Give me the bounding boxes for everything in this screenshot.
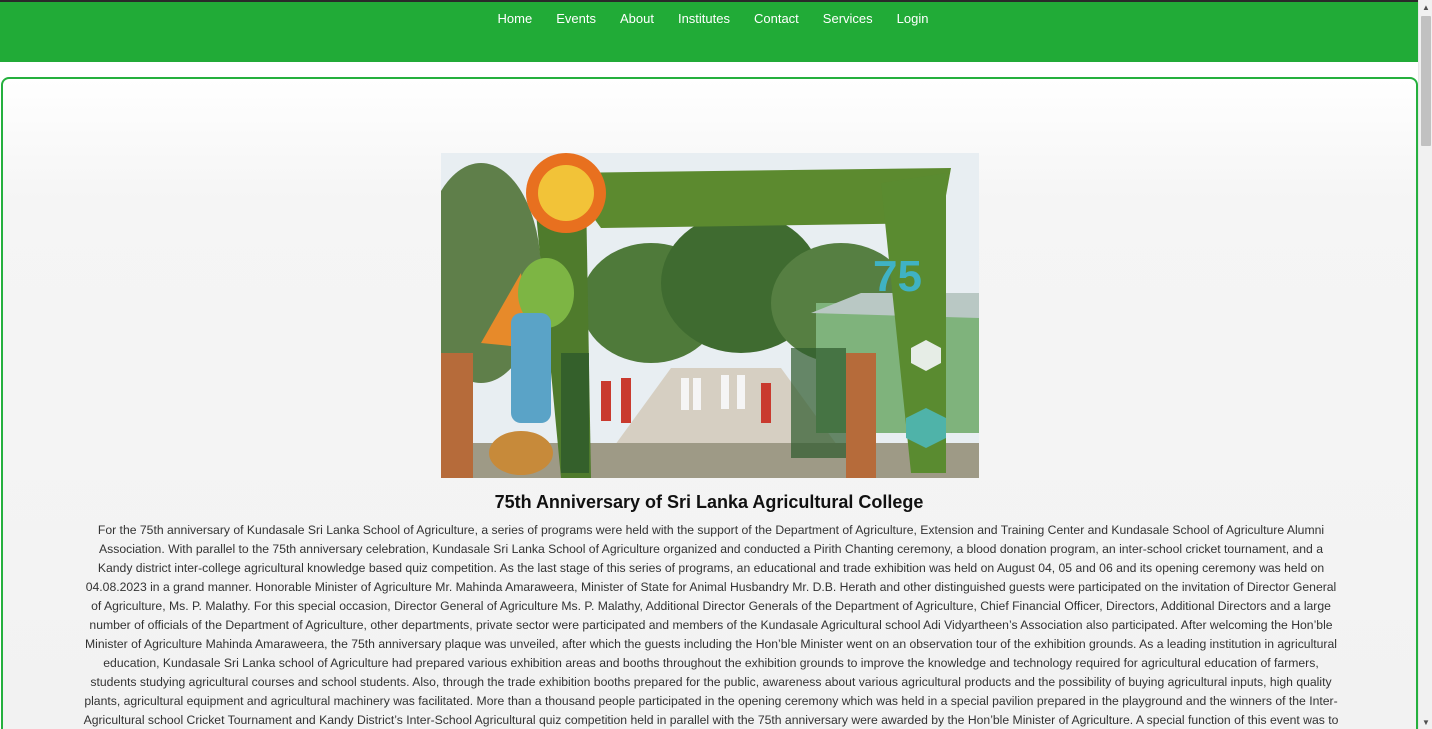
nav-services[interactable]: Services [811, 11, 885, 27]
vertical-scrollbar[interactable]: ▲ ▼ [1418, 0, 1432, 729]
article-body: For the 75th anniversary of Kundasale Sr… [83, 523, 1339, 727]
page: Home Events About Institutes Contact Ser… [0, 0, 1418, 729]
nav-about[interactable]: About [608, 11, 666, 27]
triangle-down-icon[interactable]: ▼ [1419, 715, 1432, 729]
nav-home[interactable]: Home [486, 11, 545, 27]
nav-login[interactable]: Login [885, 11, 941, 27]
nav-institutes[interactable]: Institutes [666, 11, 742, 27]
main-nav: Home Events About Institutes Contact Ser… [0, 2, 1418, 27]
scroll-thumb[interactable] [1421, 16, 1431, 146]
event-photo: 75 [441, 153, 979, 478]
triangle-up-icon[interactable]: ▲ [1419, 0, 1432, 14]
navbar: Home Events About Institutes Contact Ser… [0, 2, 1418, 62]
nav-contact[interactable]: Contact [742, 11, 811, 27]
article-title: 75th Anniversary of Sri Lanka Agricultur… [494, 492, 924, 512]
nav-events[interactable]: Events [544, 11, 608, 27]
anniversary-number: 75 [873, 252, 922, 301]
